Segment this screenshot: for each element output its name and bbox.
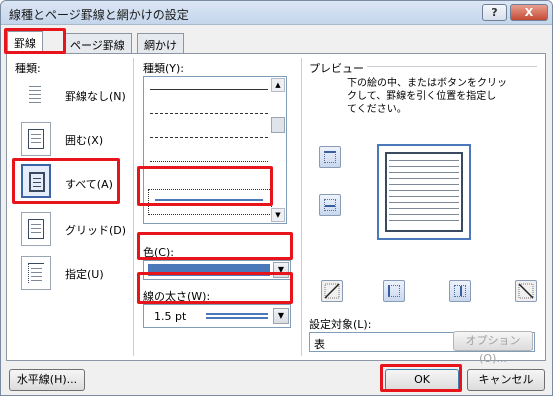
preview-divider [367,66,537,67]
border-none-icon[interactable] [21,78,51,112]
window-title: 線種とページ罫線と網かけの設定 [9,8,189,22]
apply-to-label: 設定対象(L): [309,318,372,331]
line-style-double[interactable] [148,189,272,215]
tab-shading[interactable]: 網かけ [137,33,184,53]
style-section-label: 種類(Y): [143,62,185,75]
border-custom-icon[interactable] [21,256,51,290]
left-border-button[interactable] [383,280,405,302]
width-label: 線の太さ(W): [143,290,211,303]
apply-to-value: 表 [314,338,325,351]
title-bar: 線種とページ罫線と網かけの設定 ? X [1,1,552,25]
setting-custom-label[interactable]: 指定(U) [65,266,104,282]
tab-panel-borders: 種類: 罫線なし(N) 囲む(X) すべて(A) グリッド(D) 指定(U) 種… [6,53,546,361]
color-label: 色(C): [143,246,174,259]
ok-button[interactable]: OK [385,369,459,391]
setting-box-label[interactable]: 囲む(X) [65,132,103,148]
diagonal-down-border-button[interactable] [321,280,343,302]
options-button[interactable]: オプション(O)... [453,331,533,365]
color-combo[interactable]: ▼ [143,260,291,280]
preview-area[interactable] [377,144,471,240]
width-combo[interactable]: 1.5 pt ▼ [143,304,291,328]
line-style-list[interactable]: ▲ ▼ [143,76,287,224]
setting-section-label: 種類: [15,62,41,75]
color-swatch [148,264,270,276]
inside-horizontal-border-button[interactable] [319,194,341,216]
border-grid-icon[interactable] [21,212,51,246]
border-shading-dialog: 線種とページ罫線と網かけの設定 ? X 罫線 ページ罫線 網かけ 種類: 罫線な… [0,0,553,396]
line-style-solid[interactable] [150,89,268,90]
chevron-down-icon[interactable]: ▼ [273,262,289,278]
scroll-up-icon[interactable]: ▲ [271,78,285,92]
scroll-down-icon[interactable]: ▼ [271,208,285,222]
column-separator [301,58,302,356]
cancel-button[interactable]: キャンセル [467,369,545,391]
tab-page-border[interactable]: ページ罫線 [63,33,132,53]
setting-none-label[interactable]: 罫線なし(N) [65,88,126,104]
preview-instruction-3: てください。 [347,104,407,115]
chevron-down-icon[interactable]: ▼ [273,308,289,324]
horizontal-line-button[interactable]: 水平線(H)... [9,369,85,391]
inside-vertical-border-button[interactable] [449,280,471,302]
line-style-dash-dot-dot[interactable] [150,161,268,162]
setting-all-label[interactable]: すべて(A) [65,176,113,192]
line-style-dashed[interactable] [150,113,268,114]
close-button[interactable]: X [510,4,548,21]
column-separator [133,58,134,356]
border-box-icon[interactable] [21,122,51,156]
scrollbar-thumb[interactable] [271,117,285,133]
line-style-dash-dot[interactable] [150,137,268,138]
diagonal-up-border-button[interactable] [515,280,537,302]
setting-grid-label[interactable]: グリッド(D) [65,222,126,238]
width-value: 1.5 pt [154,310,187,323]
dialog-body: 罫線 ページ罫線 網かけ 種類: 罫線なし(N) 囲む(X) すべて(A) グリ… [1,25,552,395]
tab-borders[interactable]: 罫線 [7,31,43,54]
help-button[interactable]: ? [482,4,507,21]
top-border-button[interactable] [319,146,341,168]
border-all-icon[interactable] [21,164,51,198]
